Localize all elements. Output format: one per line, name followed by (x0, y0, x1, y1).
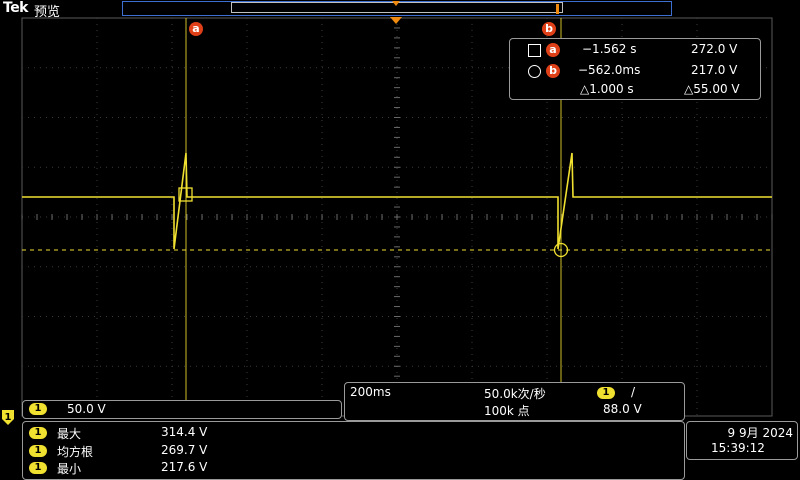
channel-1-label: 1 (29, 403, 47, 415)
measurement-value: 217.6 V (161, 460, 208, 474)
cursor-a-value: 272.0 V (691, 42, 738, 56)
channel-1-scale: 50.0 V (67, 402, 106, 416)
measurement-channel-badge: 1 (29, 445, 47, 457)
channel-1-scale-badge[interactable]: 1 50.0 V (22, 400, 342, 419)
circle-icon (528, 65, 541, 78)
measurement-label: 均方根 (57, 445, 94, 459)
cursor-a-tag[interactable]: a (189, 22, 203, 36)
cursor-delta-time: △1.000 s (580, 82, 634, 96)
cursor-delta-value: △55.00 V (684, 82, 740, 96)
date-display: 9 9月 2024 (727, 426, 793, 440)
measurement-channel-badge: 1 (29, 462, 47, 474)
measurement-channel-badge: 1 (29, 427, 47, 439)
cursor-b-time: −562.0ms (578, 63, 641, 77)
measurement-label: 最大 (57, 427, 82, 441)
trigger-slope-icon: / (631, 385, 636, 399)
cursor-b-value: 217.0 V (691, 63, 738, 77)
square-icon (528, 44, 541, 57)
measurement-value: 269.7 V (161, 443, 208, 457)
measurement-value: 314.4 V (161, 425, 208, 439)
sample-rate: 50.0k次/秒 (484, 387, 546, 401)
cursor-b-readout-tag: b (546, 64, 560, 78)
cursor-b-tag[interactable]: b (542, 22, 556, 36)
time-display: 15:39:12 (711, 441, 765, 455)
acquisition-panel[interactable]: 200ms 50.0k次/秒 100k 点 1 / 88.0 V (344, 382, 685, 421)
measurement-label: 最小 (57, 462, 82, 476)
timebase: 200ms (350, 385, 391, 399)
measurement-row: 1 均方根 269.7 V (23, 443, 683, 460)
trigger-position-marker[interactable] (390, 17, 402, 24)
cursor-a-time: −1.562 s (582, 42, 637, 56)
measurements-panel[interactable]: 1 最大 314.4 V 1 均方根 269.7 V 1 最小 217.6 V (22, 421, 685, 480)
cursor-readout-panel[interactable]: a −1.562 s 272.0 V b −562.0ms 217.0 V △1… (509, 38, 761, 100)
channel-1-offset-marker-label: 1 (5, 412, 12, 423)
measurement-row: 1 最大 314.4 V (23, 425, 683, 442)
cursor-a-readout-tag: a (546, 43, 560, 57)
record-trigger-marker (556, 4, 559, 14)
measurement-row: 1 最小 217.6 V (23, 460, 683, 477)
trigger-source-badge: 1 (597, 387, 615, 399)
datetime-panel[interactable]: 9 9月 2024 15:39:12 (686, 421, 798, 460)
record-length: 100k 点 (484, 404, 530, 418)
trigger-level: 88.0 V (603, 402, 642, 416)
record-center-marker (392, 1, 400, 6)
